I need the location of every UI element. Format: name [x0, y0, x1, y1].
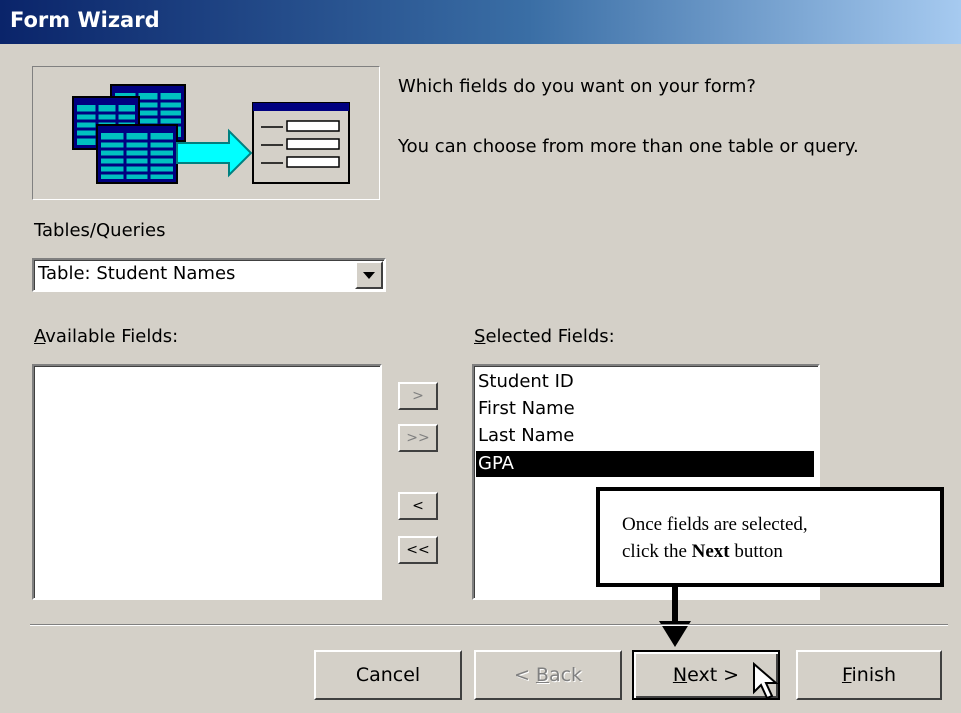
title-bar[interactable]: Form Wizard	[0, 0, 961, 44]
available-fields-label-text: vailable Fields:	[45, 326, 179, 347]
available-fields-access-key: A	[34, 326, 46, 347]
footer-separator-highlight	[30, 625, 948, 626]
tables-to-form-illustration-icon	[72, 84, 350, 184]
available-fields-label: Available Fields:	[34, 326, 178, 347]
finish-button[interactable]: Finish	[796, 650, 942, 700]
question-text: Which fields do you want on your form?	[398, 76, 756, 97]
back-button[interactable]: < Back	[474, 650, 622, 700]
callout-line-1: Once fields are selected,	[622, 514, 808, 535]
tables-queries-dropdown-button[interactable]	[355, 261, 383, 289]
remove-one-button[interactable]: <	[398, 492, 438, 520]
callout-arrow-icon	[659, 587, 691, 647]
dropdown-arrow-icon	[363, 272, 375, 279]
selected-field-item[interactable]: Last Name	[478, 423, 574, 449]
add-all-button[interactable]: >>	[398, 424, 438, 452]
hint-text: You can choose from more than one table …	[398, 136, 859, 157]
form-wizard-window: Form Wizard Which fields do you want on …	[0, 0, 961, 713]
finish-rest: inish	[851, 664, 897, 686]
back-access-key: B	[535, 664, 549, 686]
callout-text: Once fields are selected, click the Next…	[622, 511, 808, 565]
window-title: Form Wizard	[10, 8, 160, 32]
selected-fields-label: Selected Fields:	[474, 326, 615, 347]
tables-queries-label: Tables/Queries	[34, 220, 166, 241]
tables-queries-value: Table: Student Names	[38, 263, 236, 284]
selected-fields-label-text: elected Fields:	[485, 326, 615, 347]
selected-field-item[interactable]: First Name	[478, 396, 575, 422]
callout-line-2-prefix: click the	[622, 541, 692, 562]
back-prefix: <	[513, 664, 536, 686]
wizard-illustration	[32, 66, 380, 200]
selected-fields-access-key: S	[474, 326, 486, 347]
add-one-button[interactable]: >	[398, 382, 438, 410]
callout-line-2-bold: Next	[691, 541, 730, 562]
next-access-key: N	[672, 664, 688, 686]
instruction-callout: Once fields are selected, click the Next…	[596, 487, 944, 587]
finish-access-key: F	[841, 664, 852, 686]
next-rest: ext >	[687, 664, 740, 686]
tables-queries-combobox[interactable]: Table: Student Names	[32, 258, 386, 292]
remove-all-button[interactable]: <<	[398, 536, 438, 564]
callout-line-2-suffix: button	[729, 541, 783, 562]
mouse-pointer-icon	[753, 662, 779, 700]
selected-field-item-highlighted[interactable]: GPA	[476, 451, 814, 477]
selected-field-item[interactable]: Student ID	[478, 369, 574, 395]
back-rest: ack	[548, 664, 583, 686]
available-fields-list[interactable]	[32, 364, 382, 600]
cancel-button[interactable]: Cancel	[314, 650, 462, 700]
